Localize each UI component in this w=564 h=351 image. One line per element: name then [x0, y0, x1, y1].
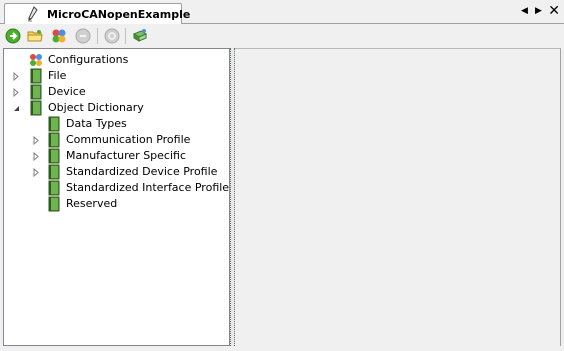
stop-button[interactable]	[74, 27, 92, 45]
configurations-icon	[28, 52, 44, 68]
document-tab[interactable]: MicroCANopenExample	[4, 3, 190, 25]
expand-icon[interactable]	[32, 135, 41, 146]
toolbar-separator	[125, 28, 126, 44]
disabled-stop-icon	[75, 28, 91, 44]
tree-item-label: Manufacturer Specific	[66, 149, 187, 162]
book-icon	[46, 196, 62, 212]
open-folder-icon	[27, 30, 43, 42]
expand-icon[interactable]	[12, 87, 21, 98]
export-icon	[132, 29, 148, 42]
book-icon	[46, 116, 62, 132]
toolbar-separator	[97, 28, 98, 44]
scroll-left-icon[interactable]: ◀	[521, 6, 528, 16]
pen-icon	[26, 6, 40, 25]
open-button[interactable]	[26, 27, 44, 45]
book-icon	[46, 164, 62, 180]
tab-title: MicroCANopenExample	[47, 8, 191, 21]
configure-icon	[52, 29, 66, 43]
object-tree-view[interactable]: Configurations File Device Object Dictio…	[3, 48, 230, 346]
export-button[interactable]	[131, 27, 149, 45]
book-icon	[46, 148, 62, 164]
tree-item-label: File	[48, 69, 67, 82]
toolbar	[0, 24, 564, 48]
tree-item-label: Device	[48, 85, 86, 98]
book-icon	[28, 100, 44, 116]
go-forward-button[interactable]	[4, 27, 22, 45]
tree-item-label: Reserved	[66, 197, 118, 210]
book-icon	[28, 68, 44, 84]
expand-icon[interactable]	[32, 151, 41, 162]
refresh-button[interactable]	[103, 27, 121, 45]
tree-item-label: Configurations	[48, 53, 129, 66]
disabled-refresh-icon	[104, 28, 120, 44]
detail-pane	[235, 48, 561, 346]
expand-icon[interactable]	[32, 167, 41, 178]
collapse-icon[interactable]	[12, 103, 21, 112]
book-icon	[46, 132, 62, 148]
go-forward-icon	[5, 28, 21, 44]
tree-item-label: Standardized Device Profile	[66, 165, 218, 178]
tree-item-label: Data Types	[66, 117, 127, 130]
book-icon	[28, 84, 44, 100]
tree-item-label: Communication Profile	[66, 133, 191, 146]
book-icon	[46, 180, 62, 196]
configure-button[interactable]	[50, 27, 68, 45]
document-tab-strip: MicroCANopenExample ◀ ▶ ✕	[0, 0, 564, 25]
close-icon[interactable]: ✕	[548, 3, 560, 19]
tree-item-label: Object Dictionary	[48, 101, 144, 114]
tree-item-label: Standardized Interface Profile	[66, 181, 230, 194]
expand-icon[interactable]	[12, 71, 21, 82]
scroll-right-icon[interactable]: ▶	[535, 6, 542, 16]
